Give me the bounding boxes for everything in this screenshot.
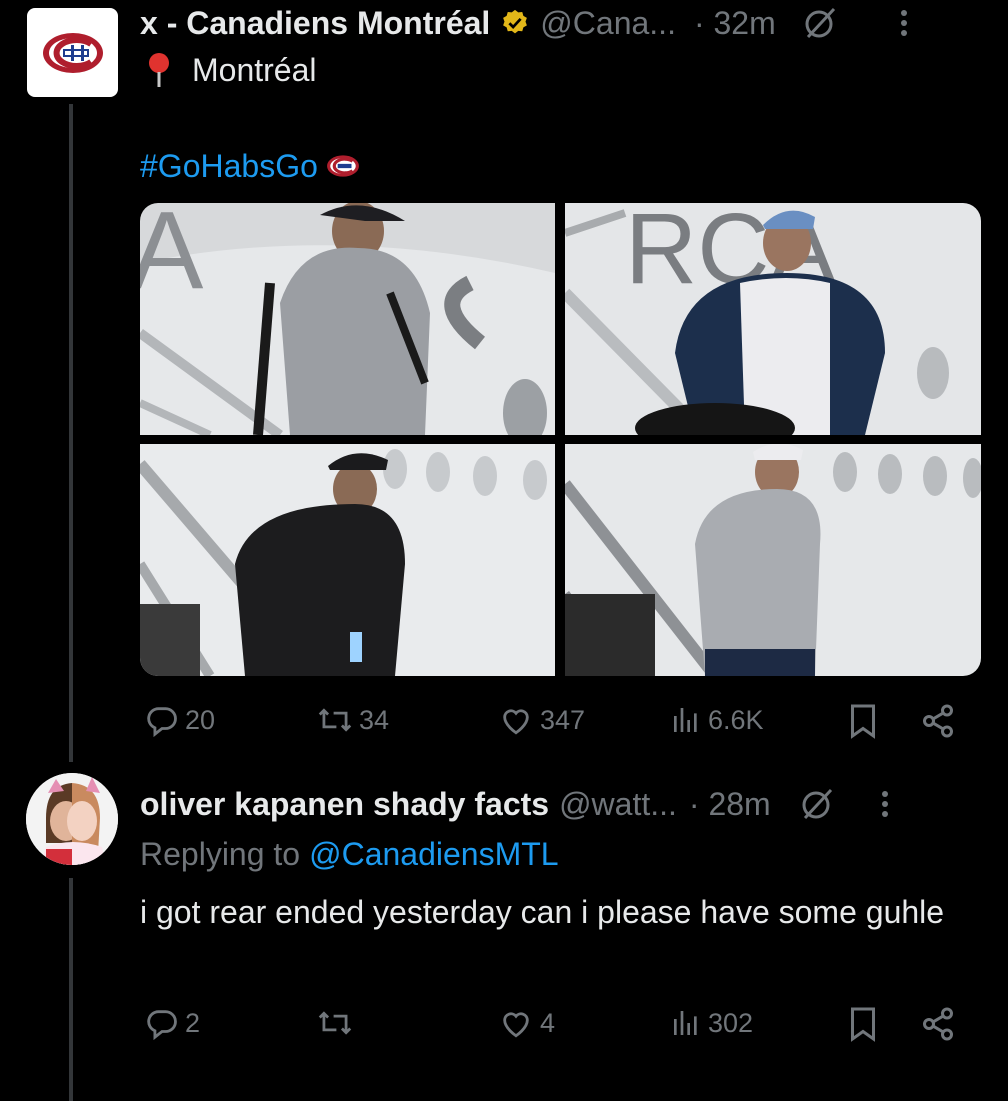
more-options-icon[interactable] bbox=[900, 8, 908, 38]
replying-to-line: Replying to @CanadiensMTL bbox=[140, 834, 559, 874]
reply-count: 2 bbox=[185, 1007, 201, 1038]
like-count: 347 bbox=[540, 704, 586, 735]
grok-icon[interactable] bbox=[802, 5, 838, 41]
reply-count: 20 bbox=[185, 704, 216, 735]
repost-button[interactable]: 34 bbox=[317, 703, 389, 737]
hashtag-link[interactable]: #GoHabsGo bbox=[140, 148, 318, 185]
reply-button[interactable]: 20 bbox=[145, 703, 215, 737]
views-icon bbox=[674, 708, 697, 732]
thread-line-bottom bbox=[69, 878, 73, 1101]
reply-text: i got rear ended yesterday can i please … bbox=[140, 894, 945, 930]
views-button[interactable]: 6.6K bbox=[670, 703, 764, 737]
views-count: 302 bbox=[708, 1007, 754, 1038]
replying-to-link[interactable]: @CanadiensMTL bbox=[309, 836, 558, 873]
views-count: 6.6K bbox=[708, 704, 764, 735]
reply-icon bbox=[147, 1010, 177, 1040]
post-location: Montréal bbox=[146, 50, 317, 90]
replying-to-prefix: Replying to bbox=[140, 835, 301, 872]
bookmark-icon bbox=[851, 704, 875, 739]
post-display-name[interactable]: x - Canadiens Montréal bbox=[140, 5, 490, 42]
verified-badge-icon bbox=[500, 8, 530, 38]
views-icon bbox=[674, 1011, 697, 1035]
heart-icon bbox=[503, 709, 529, 735]
location-label: Montréal bbox=[192, 51, 317, 88]
views-button[interactable]: 302 bbox=[670, 1006, 753, 1040]
reply-button[interactable]: 2 bbox=[145, 1006, 200, 1040]
share-button[interactable] bbox=[920, 703, 956, 739]
photo-3[interactable] bbox=[140, 444, 555, 676]
post-text: #GoHabsGo bbox=[140, 145, 360, 187]
share-button[interactable] bbox=[920, 1006, 956, 1042]
share-icon bbox=[923, 704, 953, 738]
canadiens-logo-icon bbox=[42, 32, 103, 73]
reply-avatar[interactable] bbox=[26, 773, 118, 865]
reply-icon bbox=[147, 707, 177, 737]
habs-hashflag-icon bbox=[326, 154, 360, 178]
thread-line bbox=[69, 104, 73, 762]
svg-text:A: A bbox=[140, 203, 204, 312]
reply-handle[interactable]: @watt... bbox=[559, 786, 677, 823]
bookmark-button[interactable] bbox=[848, 703, 878, 739]
post-time[interactable]: · 32m bbox=[694, 5, 776, 42]
pin-icon bbox=[146, 52, 172, 88]
repost-count: 34 bbox=[359, 704, 390, 735]
like-count: 4 bbox=[540, 1007, 556, 1038]
reply-display-name[interactable]: oliver kapanen shady facts bbox=[140, 786, 549, 823]
post-header: x - Canadiens Montréal @Cana... · 32m bbox=[140, 3, 908, 43]
reply-time[interactable]: · 28m bbox=[689, 786, 771, 823]
share-icon bbox=[923, 1007, 953, 1041]
like-button[interactable]: 4 bbox=[498, 1006, 555, 1040]
like-button[interactable]: 347 bbox=[498, 703, 585, 737]
photo-1[interactable]: A bbox=[140, 203, 555, 435]
repost-icon bbox=[318, 708, 352, 732]
canadiens-avatar[interactable] bbox=[27, 8, 118, 97]
more-options-icon[interactable] bbox=[881, 789, 889, 819]
bookmark-button[interactable] bbox=[848, 1006, 878, 1042]
post-handle[interactable]: @Cana... bbox=[540, 5, 676, 42]
heart-icon bbox=[503, 1012, 529, 1038]
repost-button[interactable] bbox=[317, 1006, 359, 1040]
bookmark-icon bbox=[851, 1007, 875, 1042]
photo-2[interactable]: RCA bbox=[565, 203, 981, 435]
photo-4[interactable] bbox=[565, 444, 981, 676]
reply-header: oliver kapanen shady facts @watt... · 28… bbox=[140, 784, 889, 824]
repost-icon bbox=[318, 1011, 352, 1035]
grok-icon[interactable] bbox=[799, 786, 835, 822]
media-grid: A RCA bbox=[140, 203, 981, 676]
